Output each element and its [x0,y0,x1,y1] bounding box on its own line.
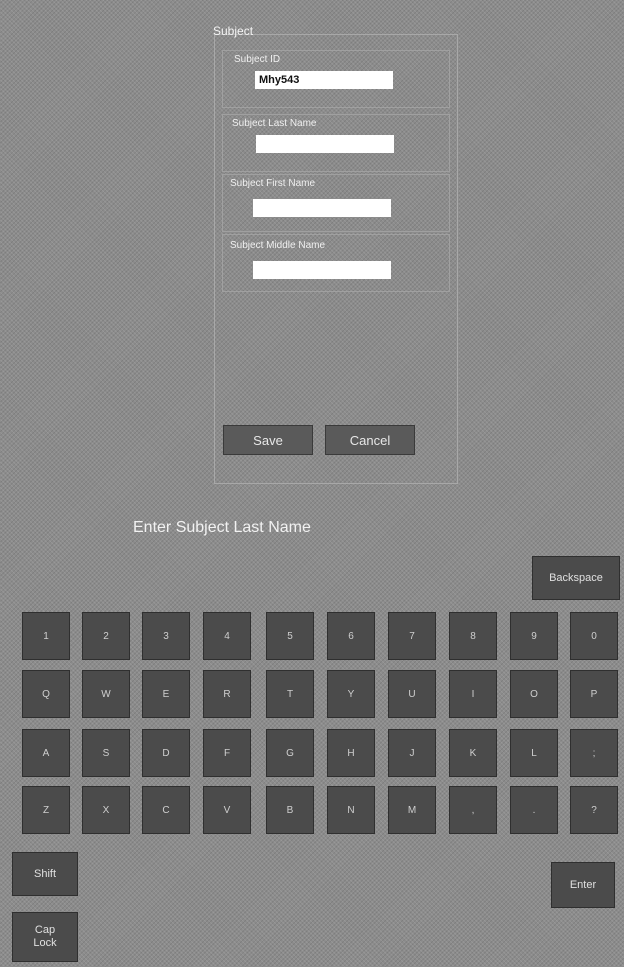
key-v[interactable]: V [203,786,251,834]
caps-lock-key[interactable]: Cap Lock [12,912,78,962]
subject-middle-name-group: Subject Middle Name [222,234,450,292]
key-comma[interactable]: , [449,786,497,834]
form-title: Subject [213,24,254,38]
key-semicolon[interactable]: ; [570,729,618,777]
subject-last-name-label: Subject Last Name [232,118,317,129]
subject-id-label: Subject ID [234,54,281,65]
key-s[interactable]: S [82,729,130,777]
key-7[interactable]: 7 [388,612,436,660]
key-a[interactable]: A [22,729,70,777]
input-prompt: Enter Subject Last Name [133,519,311,536]
key-0[interactable]: 0 [570,612,618,660]
key-4[interactable]: 4 [203,612,251,660]
key-x[interactable]: X [82,786,130,834]
save-button[interactable]: Save [223,425,313,455]
cancel-button[interactable]: Cancel [325,425,415,455]
caps-lock-label-line2: Lock [33,937,57,949]
key-6[interactable]: 6 [327,612,375,660]
key-e[interactable]: E [142,670,190,718]
subject-middle-name-input[interactable] [253,261,391,279]
key-r[interactable]: R [203,670,251,718]
key-o[interactable]: O [510,670,558,718]
key-d[interactable]: D [142,729,190,777]
key-5[interactable]: 5 [266,612,314,660]
subject-middle-name-label: Subject Middle Name [230,240,326,251]
key-z[interactable]: Z [22,786,70,834]
key-y[interactable]: Y [327,670,375,718]
subject-last-name-input[interactable] [256,135,394,153]
key-2[interactable]: 2 [82,612,130,660]
key-i[interactable]: I [449,670,497,718]
subject-first-name-label: Subject First Name [230,178,316,189]
subject-last-name-group: Subject Last Name [222,114,450,172]
subject-first-name-input[interactable] [253,199,391,217]
key-p[interactable]: P [570,670,618,718]
key-b[interactable]: B [266,786,314,834]
key-3[interactable]: 3 [142,612,190,660]
backspace-key[interactable]: Backspace [532,556,620,600]
key-k[interactable]: K [449,729,497,777]
key-period[interactable]: . [510,786,558,834]
key-w[interactable]: W [82,670,130,718]
shift-key[interactable]: Shift [12,852,78,896]
caps-lock-label-line1: Cap [34,924,56,936]
key-m[interactable]: M [388,786,436,834]
subject-first-name-group: Subject First Name [222,174,450,232]
subject-id-group: Subject ID [222,50,450,108]
key-t[interactable]: T [266,670,314,718]
key-n[interactable]: N [327,786,375,834]
key-8[interactable]: 8 [449,612,497,660]
subject-id-input[interactable] [255,71,393,89]
key-f[interactable]: F [203,729,251,777]
key-h[interactable]: H [327,729,375,777]
key-j[interactable]: J [388,729,436,777]
key-c[interactable]: C [142,786,190,834]
enter-key[interactable]: Enter [551,862,615,908]
key-l[interactable]: L [510,729,558,777]
key-g[interactable]: G [266,729,314,777]
key-9[interactable]: 9 [510,612,558,660]
key-question[interactable]: ? [570,786,618,834]
key-q[interactable]: Q [22,670,70,718]
key-u[interactable]: U [388,670,436,718]
key-1[interactable]: 1 [22,612,70,660]
